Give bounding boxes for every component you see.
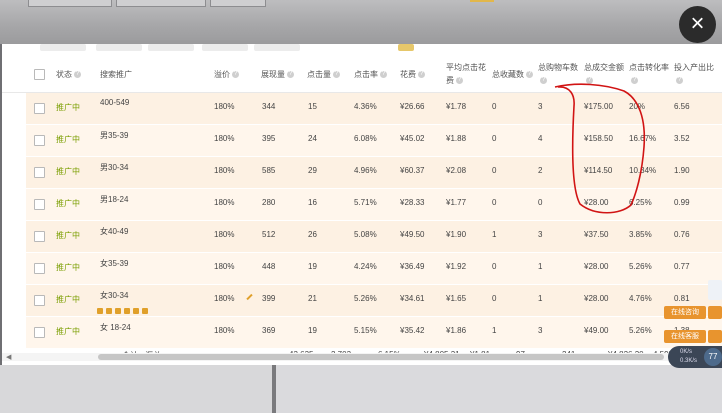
- side-tool-icon[interactable]: [708, 330, 722, 343]
- user-icon[interactable]: [708, 280, 722, 300]
- app-top-bar: [0, 0, 722, 44]
- bottom-right-panel: [276, 365, 722, 413]
- annotation-overlay: [554, 83, 646, 214]
- download-speed: 0.3K/s: [680, 358, 698, 364]
- top-tab-2[interactable]: [116, 0, 206, 7]
- network-monitor-widget[interactable]: 0K/s 0.3K/s 77: [668, 346, 722, 368]
- cpu-percent: 77: [704, 348, 722, 366]
- bottom-left-panel: [0, 365, 272, 413]
- online-consult-button[interactable]: 在线咨询: [664, 306, 706, 319]
- red-circle-annotation: [554, 83, 646, 214]
- report-panel: 状态? 搜索推广 溢价? 展现量? 点击量? 点击率? 花费? 平均点击花费? …: [2, 44, 722, 365]
- top-tab-3[interactable]: [210, 0, 266, 7]
- side-tool-icon[interactable]: [708, 306, 722, 319]
- upload-speed: 0K/s: [680, 349, 693, 355]
- bottom-area: [0, 365, 722, 413]
- top-tab-1[interactable]: [28, 0, 112, 7]
- close-icon[interactable]: ×: [679, 6, 716, 43]
- online-service-button[interactable]: 在线客服: [664, 330, 706, 343]
- top-highlight: [470, 0, 494, 2]
